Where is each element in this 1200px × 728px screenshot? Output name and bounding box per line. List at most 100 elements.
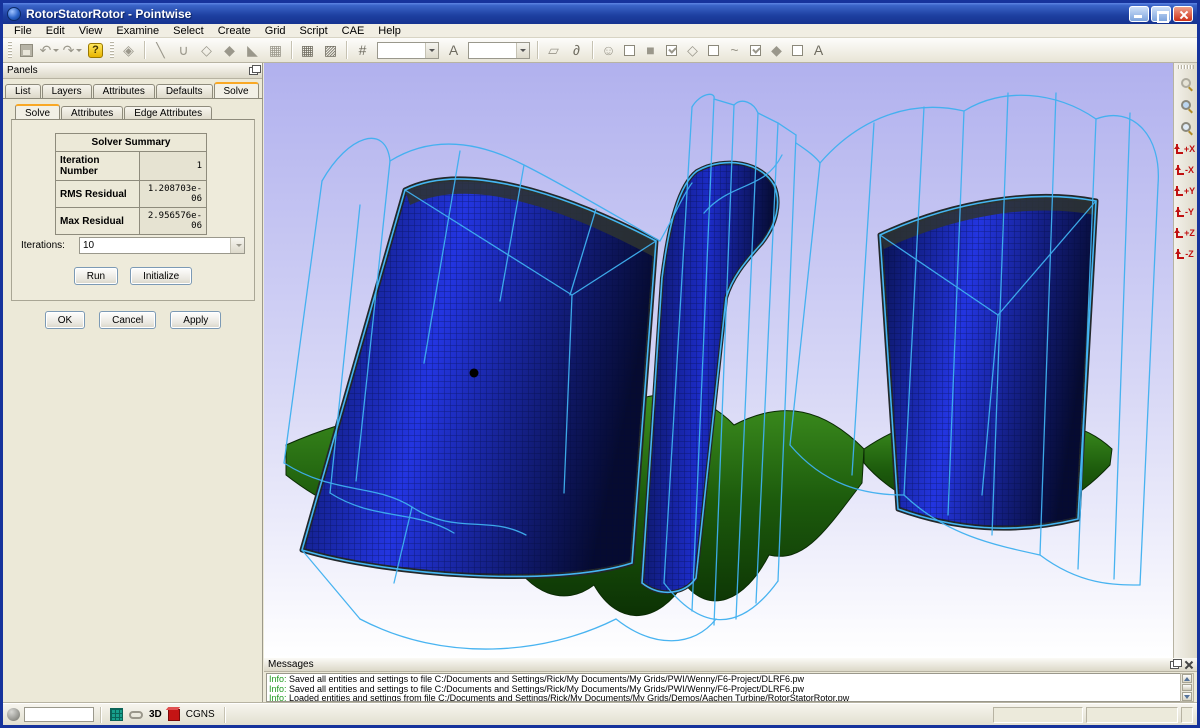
messages-log: Info: Saved all entities and settings to…	[266, 673, 1182, 702]
spacings-checkbox[interactable]	[792, 45, 803, 56]
max-residual-value: 2.956576e-06	[140, 208, 207, 235]
dimension-combobox-value[interactable]	[378, 43, 425, 58]
cancel-button[interactable]: Cancel	[99, 311, 156, 329]
tab-solve-inner[interactable]: Solve	[15, 104, 60, 120]
curve-icon: ∪	[178, 43, 188, 57]
menu-file[interactable]: File	[7, 24, 39, 38]
scroll-up-icon[interactable]	[1182, 674, 1192, 683]
undo-button[interactable]: ↶	[39, 40, 60, 61]
tab-attributes-inner[interactable]: Attributes	[61, 106, 123, 120]
toolbar-separator	[537, 41, 538, 59]
view-minus-y-button[interactable]: -Y	[1175, 202, 1197, 221]
viewport-3d[interactable]	[264, 63, 1173, 658]
mask-blocks-checkbox[interactable]	[624, 45, 635, 56]
view-toolbar-grip[interactable]	[1178, 65, 1194, 69]
axis-icon	[1177, 249, 1184, 259]
spacing-combobox-value[interactable]	[469, 43, 516, 58]
menu-help[interactable]: Help	[371, 24, 408, 38]
scroll-down-icon[interactable]	[1182, 692, 1192, 701]
toolbar-grip[interactable]	[8, 41, 12, 59]
unstructured-grid-button[interactable]: ▨	[320, 40, 341, 61]
partial-derivative-button[interactable]: ∂	[566, 40, 587, 61]
menu-grid[interactable]: Grid	[258, 24, 293, 38]
menu-cae[interactable]: CAE	[335, 24, 372, 38]
apply-button[interactable]: Apply	[170, 311, 221, 329]
zoom-previous-button[interactable]	[1176, 73, 1196, 93]
ok-button[interactable]: OK	[45, 311, 85, 329]
messages-close-icon[interactable]	[1184, 660, 1193, 669]
create-domain-mesh-button[interactable]: ◆	[219, 40, 240, 61]
redo-button[interactable]: ↷	[62, 40, 83, 61]
connectors-visibility-button[interactable]: ~	[724, 40, 745, 61]
zoom-to-fit-button[interactable]	[1176, 95, 1196, 115]
create-domain-button[interactable]: ◇	[196, 40, 217, 61]
view-plus-x-button[interactable]: +X	[1175, 139, 1197, 158]
dimension-combobox[interactable]	[377, 42, 439, 59]
zoom-out-button[interactable]	[1176, 117, 1196, 137]
menu-examine[interactable]: Examine	[109, 24, 166, 38]
tab-layers[interactable]: Layers	[42, 84, 92, 98]
initialize-button[interactable]: Initialize	[130, 267, 192, 285]
table-row: Iteration Number 1	[56, 152, 207, 181]
turbine-mesh-scene	[264, 63, 1173, 658]
create-unstructured-button[interactable]: ◣	[242, 40, 263, 61]
save-button[interactable]	[16, 40, 37, 61]
dimension-combobox-arrow[interactable]	[425, 43, 438, 58]
surface-button[interactable]: ▱	[543, 40, 564, 61]
help-button[interactable]: ?	[85, 40, 106, 61]
layers-button[interactable]: ◈	[118, 40, 139, 61]
view-plus-y-button[interactable]: +Y	[1175, 181, 1197, 200]
view-toolbar: +X -X +Y -Y +Z -Z	[1173, 63, 1197, 703]
tab-attributes[interactable]: Attributes	[93, 84, 155, 98]
toolbar-grip[interactable]	[110, 41, 114, 59]
messages-scrollbar[interactable]	[1180, 673, 1194, 702]
menu-select[interactable]: Select	[166, 24, 211, 38]
panels-tabstrip: List Layers Attributes Defaults Solve	[5, 82, 261, 98]
menu-edit[interactable]: Edit	[39, 24, 72, 38]
panels-float-icon[interactable]	[249, 67, 258, 75]
view-plus-z-button[interactable]: +Z	[1175, 223, 1197, 242]
create-block-button[interactable]: ▦	[265, 40, 286, 61]
minimize-button[interactable]	[1129, 6, 1149, 22]
tab-edge-attributes[interactable]: Edge Attributes	[124, 106, 212, 120]
close-button[interactable]	[1173, 6, 1193, 22]
tab-list[interactable]: List	[5, 84, 41, 98]
tab-solve[interactable]: Solve	[214, 82, 259, 98]
menu-view[interactable]: View	[72, 24, 110, 38]
restore-button[interactable]	[1151, 6, 1171, 22]
create-connector-button[interactable]: ╲	[150, 40, 171, 61]
create-curve-button[interactable]: ∪	[173, 40, 194, 61]
spacing-combobox[interactable]	[468, 42, 530, 59]
status-field[interactable]	[24, 707, 94, 722]
tab-defaults[interactable]: Defaults	[156, 84, 213, 98]
points-visibility-button[interactable]: ◆	[766, 40, 787, 61]
view-minus-z-button[interactable]: -Z	[1175, 244, 1197, 263]
iterations-combobox[interactable]	[79, 237, 245, 254]
structured-grid-button[interactable]: ▦	[297, 40, 318, 61]
scrollbar-thumb[interactable]	[1182, 684, 1192, 691]
block-icon: ▦	[269, 43, 282, 57]
iterations-row: Iterations:	[21, 236, 245, 254]
messages-title: Messages	[268, 659, 1170, 670]
cae-cube-icon	[168, 709, 180, 721]
dimension-button[interactable]: #	[352, 40, 373, 61]
status-panel	[1086, 707, 1178, 723]
mask-button[interactable]: ☺	[598, 40, 619, 61]
spacing-combobox-arrow[interactable]	[516, 43, 529, 58]
domains-visibility-button[interactable]: ◇	[682, 40, 703, 61]
menu-script[interactable]: Script	[293, 24, 335, 38]
axis-icon	[1176, 228, 1183, 238]
run-button[interactable]: Run	[74, 267, 118, 285]
view-minus-x-button[interactable]: -X	[1175, 160, 1197, 179]
spacing-display-button[interactable]: A	[808, 40, 829, 61]
blocks-checkbox[interactable]	[666, 45, 677, 56]
menu-create[interactable]: Create	[211, 24, 258, 38]
blocks-visibility-button[interactable]: ■	[640, 40, 661, 61]
iterations-dropdown[interactable]	[230, 238, 244, 253]
domains-checkbox[interactable]	[708, 45, 719, 56]
connectors-checkbox[interactable]	[750, 45, 761, 56]
solver-summary-title: Solver Summary	[56, 134, 207, 152]
iterations-input[interactable]	[80, 238, 230, 253]
spacing-button[interactable]: A	[443, 40, 464, 61]
messages-float-icon[interactable]	[1170, 661, 1179, 669]
